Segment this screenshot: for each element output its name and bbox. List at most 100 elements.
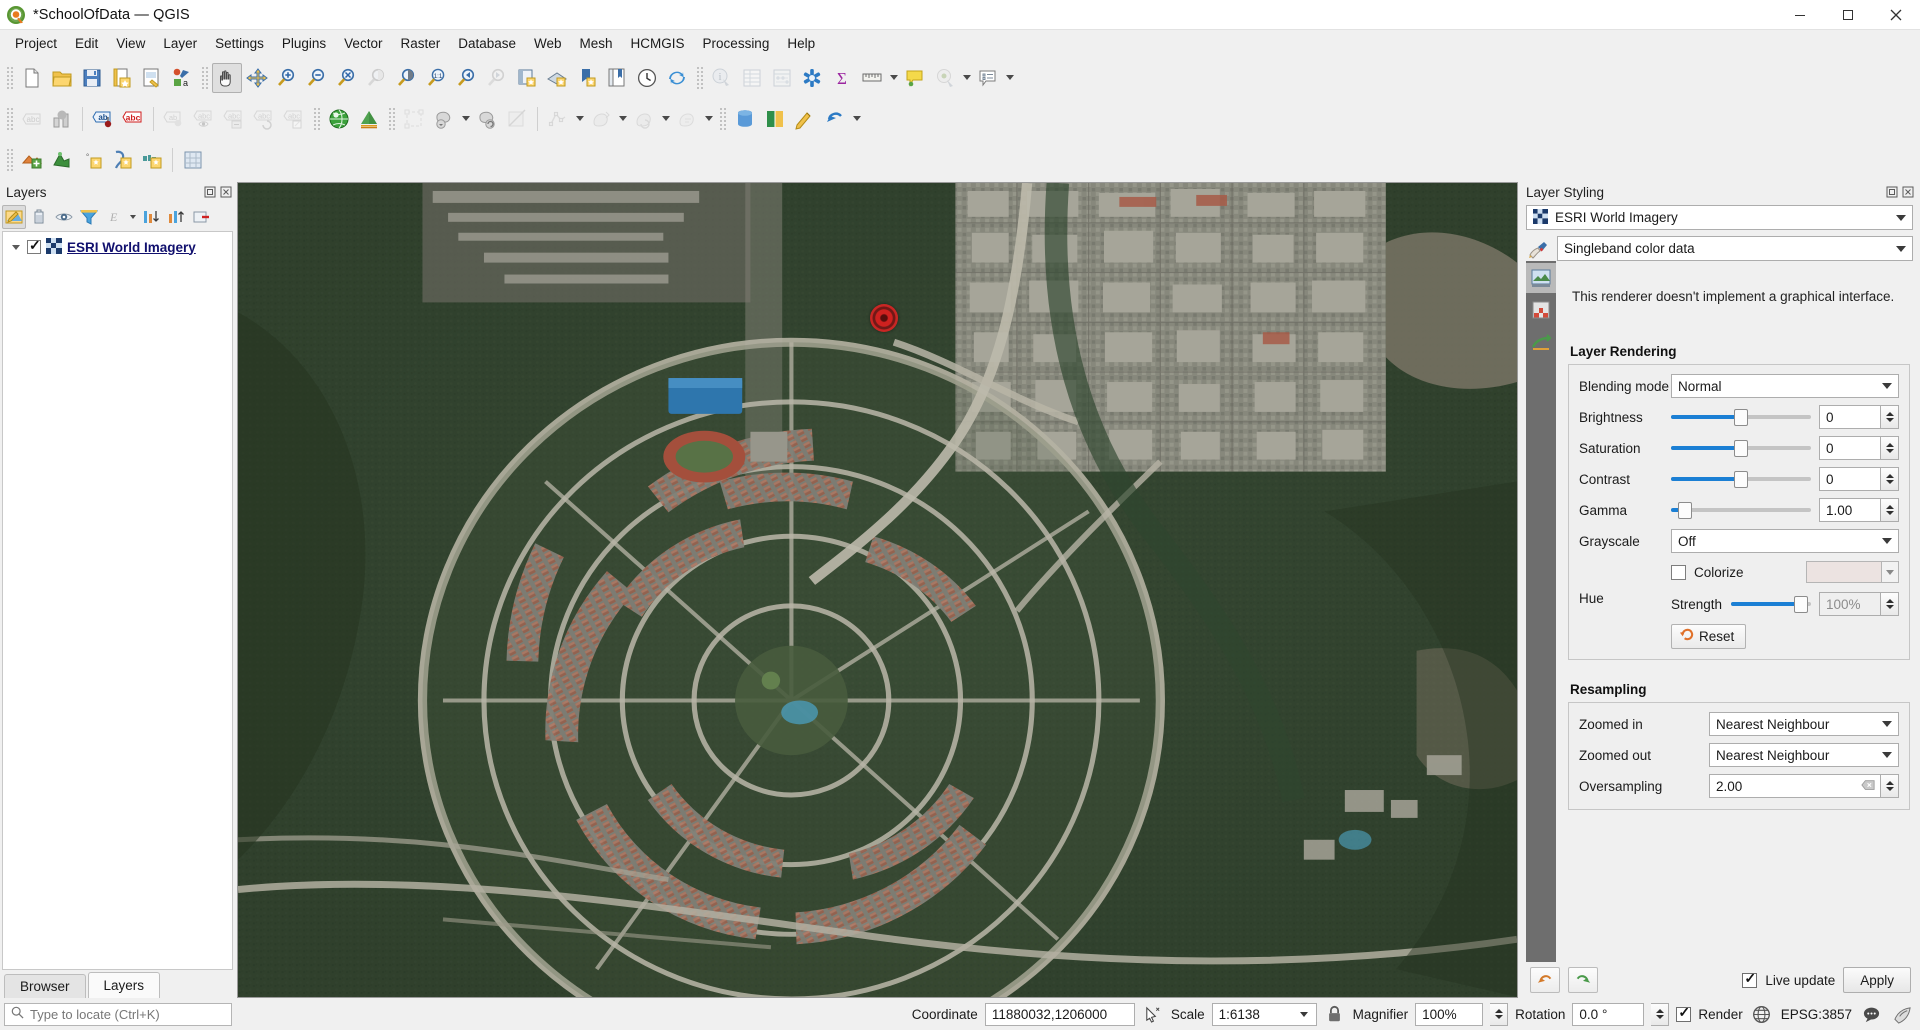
add-spatialite-layer-button[interactable] <box>137 145 167 175</box>
add-vector-layer-button[interactable] <box>47 145 77 175</box>
map-tips-dropdown-caret[interactable] <box>1003 63 1016 93</box>
measure-line-button[interactable] <box>857 63 887 93</box>
show-map-tips-button[interactable] <box>973 63 1003 93</box>
slider-knob[interactable] <box>1734 440 1748 457</box>
rotate-feature-button[interactable] <box>629 104 659 134</box>
manage-layer-visibility-button[interactable] <box>52 205 76 229</box>
show-bookmarks-button[interactable] <box>602 63 632 93</box>
gamma-stepper[interactable] <box>1881 498 1899 522</box>
toolbar-grip[interactable] <box>5 64 14 91</box>
layer-tree[interactable]: ESRI World Imagery <box>2 231 233 970</box>
toolbar-grip[interactable] <box>312 105 321 132</box>
rotation-field[interactable]: 0.0 ° <box>1572 1002 1645 1026</box>
remove-layer-button[interactable] <box>189 205 213 229</box>
map-tips-button[interactable] <box>900 63 930 93</box>
edit-label-button[interactable]: abc <box>279 104 309 134</box>
filter-legend-expression-button[interactable]: E <box>102 205 126 229</box>
chevron-down-icon[interactable] <box>1876 752 1898 758</box>
layout-manager-button[interactable] <box>137 63 167 93</box>
refresh-button[interactable] <box>662 63 692 93</box>
pin-labels-button[interactable]: abc <box>118 104 148 134</box>
undo-dropdown-caret[interactable] <box>850 104 863 134</box>
menu-project[interactable]: Project <box>6 33 66 54</box>
saturation-stepper[interactable] <box>1881 436 1899 460</box>
new-map-view-button[interactable] <box>512 63 542 93</box>
locator-search-input[interactable]: Type to locate (Ctrl+K) <box>4 1002 232 1026</box>
reset-button[interactable]: Reset <box>1671 623 1747 649</box>
new-bookmark-button[interactable] <box>572 63 602 93</box>
expand-collapse-icon[interactable] <box>9 241 22 254</box>
layer-selector-combo[interactable]: ESRI World Imagery <box>1526 205 1913 230</box>
chevron-down-icon[interactable] <box>1292 1012 1316 1017</box>
magnifier-stepper[interactable] <box>1490 1002 1509 1026</box>
tab-rendering[interactable] <box>1526 327 1556 357</box>
chevron-down-icon[interactable] <box>1890 215 1912 221</box>
toolbar-grip[interactable] <box>5 105 14 132</box>
plugin-manager-icon[interactable] <box>1890 1005 1914 1024</box>
collapse-all-button[interactable] <box>164 205 188 229</box>
oversampling-stepper[interactable] <box>1881 774 1899 798</box>
grayscale-combo[interactable]: Off <box>1671 529 1899 553</box>
move-feature-button[interactable] <box>586 104 616 134</box>
identify-features-button[interactable]: i <box>707 63 737 93</box>
apply-button[interactable]: Apply <box>1843 967 1911 993</box>
live-update-checkbox[interactable] <box>1742 970 1758 988</box>
labels-dropdown-caret[interactable] <box>960 63 973 93</box>
toolbar-grip[interactable] <box>387 105 396 132</box>
pan-map-button[interactable] <box>212 62 242 93</box>
coordinate-field[interactable]: 11880032,1206000 <box>984 1002 1135 1026</box>
map-canvas-container[interactable] <box>237 182 1518 998</box>
layer-name-label[interactable]: ESRI World Imagery <box>67 240 196 255</box>
zoomed-out-combo[interactable]: Nearest Neighbour <box>1709 743 1899 767</box>
add-delimited-text-layer-button[interactable]: ° <box>77 145 107 175</box>
close-panel-icon[interactable] <box>1901 186 1914 199</box>
menu-layer[interactable]: Layer <box>154 33 206 54</box>
menu-plugins[interactable]: Plugins <box>273 33 335 54</box>
tab-browser[interactable]: Browser <box>4 974 86 998</box>
gamma-value[interactable]: 1.00 <box>1819 498 1881 522</box>
temporal-controller-button[interactable] <box>632 63 662 93</box>
menu-processing[interactable]: Processing <box>694 33 779 54</box>
layer-diagram-button[interactable] <box>47 104 77 134</box>
menu-hcmgis[interactable]: HCMGIS <box>622 33 694 54</box>
add-feature-dropdown-caret[interactable] <box>459 104 472 134</box>
magnifier-field[interactable]: 100% <box>1415 1002 1484 1026</box>
menu-vector[interactable]: Vector <box>335 33 391 54</box>
processing-toolbox-button[interactable] <box>797 63 827 93</box>
new-project-button[interactable] <box>17 63 47 93</box>
data-source-manager-button[interactable] <box>730 104 760 134</box>
zoom-last-button[interactable] <box>452 63 482 93</box>
new-shapefile-layer-button[interactable] <box>790 104 820 134</box>
close-button[interactable] <box>1872 0 1920 30</box>
zoom-native-resolution-button[interactable]: 1:1 <box>422 63 452 93</box>
chevron-down-icon[interactable] <box>1890 246 1912 252</box>
show-unplaced-labels-button[interactable] <box>930 63 960 93</box>
messages-icon[interactable] <box>1859 1005 1883 1024</box>
brightness-slider[interactable] <box>1671 407 1811 427</box>
brightness-stepper[interactable] <box>1881 405 1899 429</box>
save-project-button[interactable] <box>77 63 107 93</box>
toolbar-grip[interactable] <box>718 105 727 132</box>
undock-icon[interactable] <box>1885 186 1898 199</box>
add-feature-polygon-button[interactable] <box>429 104 459 134</box>
modify-attributes-button[interactable] <box>672 104 702 134</box>
tab-layers[interactable]: Layers <box>87 972 161 998</box>
crs-globe-icon[interactable] <box>1750 1005 1774 1024</box>
menu-edit[interactable]: Edit <box>66 33 107 54</box>
strength-slider[interactable] <box>1731 594 1811 614</box>
crs-label[interactable]: EPSG:3857 <box>1781 1007 1852 1022</box>
highlight-pinned-labels-button[interactable]: ab <box>88 104 118 134</box>
add-group-button[interactable] <box>27 205 51 229</box>
field-calculator-button[interactable]: Σ <box>827 63 857 93</box>
lock-scale-icon[interactable] <box>1324 1005 1346 1023</box>
modify-dropdown-caret[interactable] <box>702 104 715 134</box>
layer-visibility-checkbox[interactable] <box>27 237 41 254</box>
contrast-slider[interactable] <box>1671 469 1811 489</box>
split-features-button[interactable] <box>502 104 532 134</box>
toolbar-grip[interactable] <box>5 146 14 173</box>
menu-raster[interactable]: Raster <box>391 33 449 54</box>
rotate-label-button[interactable]: abc <box>249 104 279 134</box>
saturation-value[interactable]: 0 <box>1819 436 1881 460</box>
zoom-in-button[interactable] <box>272 63 302 93</box>
pan-to-selection-button[interactable] <box>242 63 272 93</box>
